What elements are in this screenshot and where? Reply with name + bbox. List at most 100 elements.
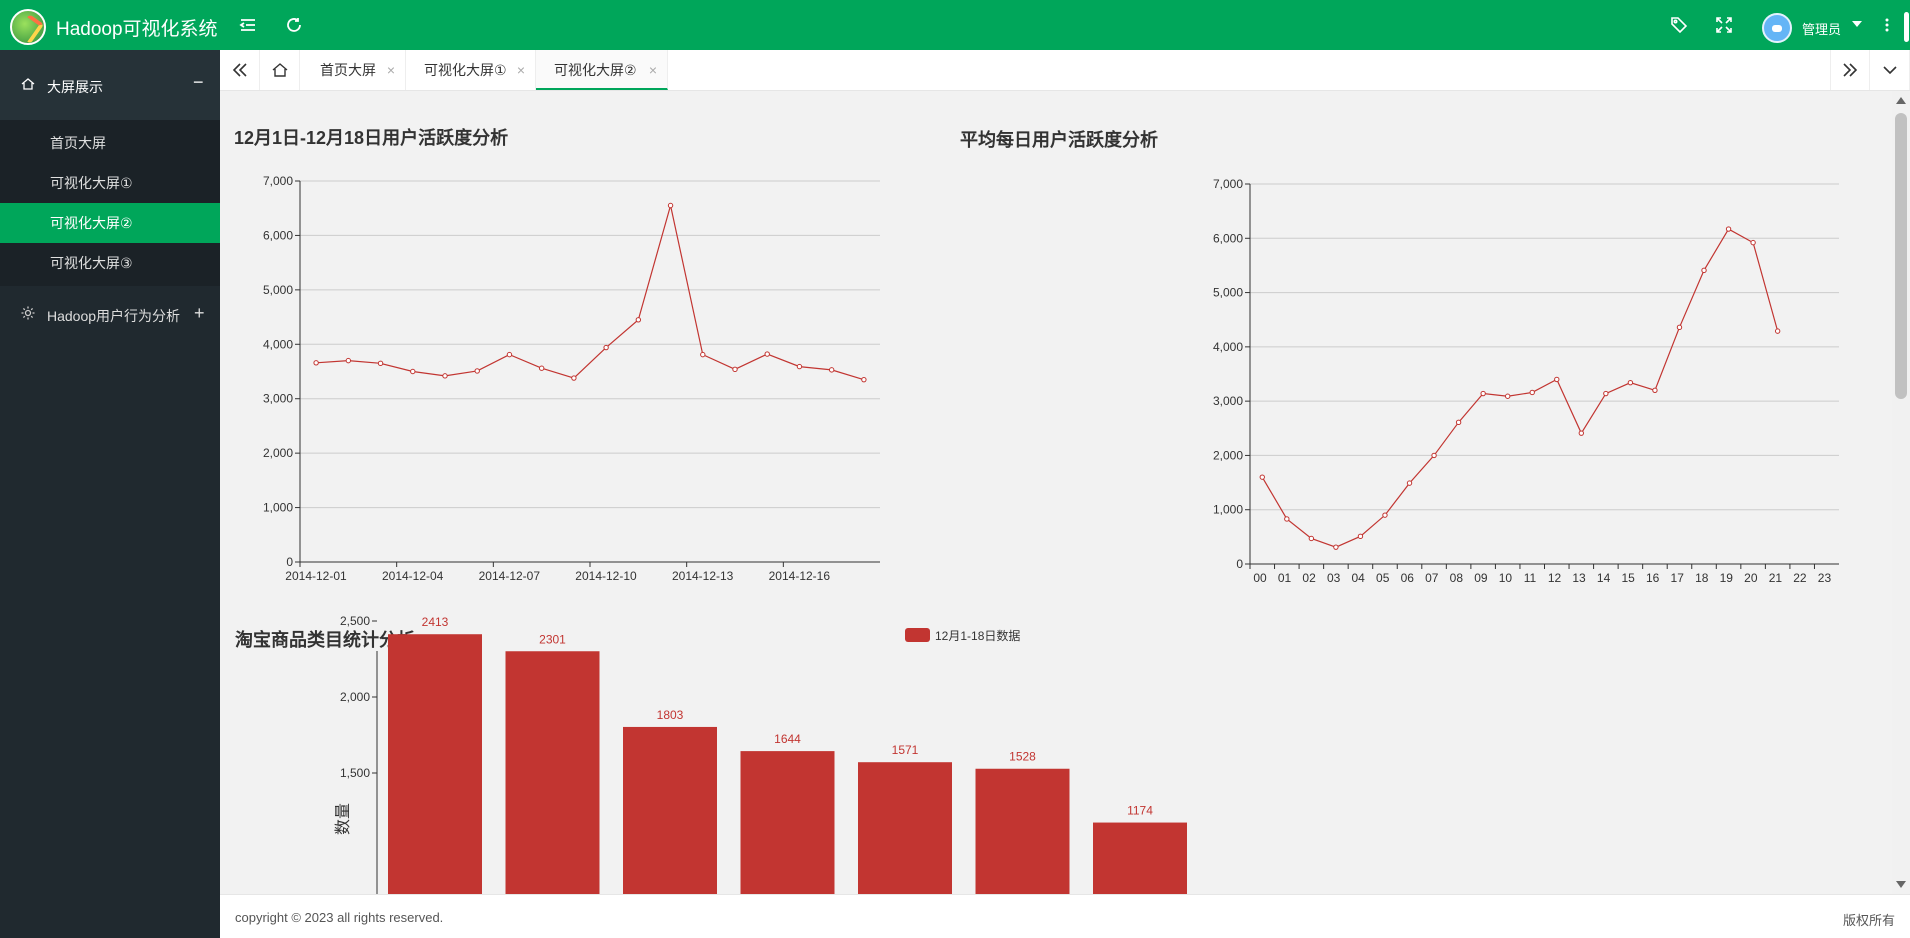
data-point <box>1578 430 1585 436</box>
scroll-down-icon[interactable] <box>1896 881 1906 888</box>
y-tick-label: 7,000 <box>263 174 293 188</box>
data-point <box>861 376 867 383</box>
home-tab-icon[interactable] <box>260 50 300 90</box>
x-tick-label: 14 <box>1597 571 1611 585</box>
tab-label: 首页大屏 <box>320 62 376 78</box>
tabs-menu-chevron-down-icon[interactable] <box>1870 50 1910 90</box>
y-tick-label: 2,500 <box>340 614 370 628</box>
footer: copyright © 2023 all rights reserved. 版权… <box>220 894 1910 938</box>
copyright-text: copyright © 2023 all rights reserved. <box>235 910 444 925</box>
tag-icon[interactable] <box>1668 14 1690 36</box>
gear-icon <box>21 306 35 320</box>
data-point <box>538 365 545 371</box>
scroll-thumb[interactable] <box>1895 113 1907 399</box>
data-point <box>796 363 803 370</box>
bar <box>740 751 835 894</box>
data-point <box>635 317 642 323</box>
tabs-scroll-left-icon[interactable] <box>220 50 260 90</box>
sidebar-group-label: 大屏展示 <box>47 79 103 95</box>
sidebar-item-screen-2[interactable]: 可视化大屏② <box>0 203 220 243</box>
user-name[interactable]: 管理员 <box>1802 19 1841 38</box>
chevron-down-icon[interactable] <box>1852 21 1862 27</box>
bar <box>623 726 717 894</box>
data-point <box>313 360 319 366</box>
tabs-scroll-right-icon[interactable] <box>1830 50 1870 90</box>
fullscreen-icon[interactable] <box>1713 14 1735 36</box>
x-tick-label: 02 <box>1302 571 1316 585</box>
legend-swatch[interactable] <box>905 628 930 642</box>
close-icon[interactable]: × <box>517 50 525 90</box>
x-tick-label: 2014-12-13 <box>672 569 734 583</box>
x-tick-label: 11 <box>1524 571 1537 585</box>
data-point <box>1308 535 1315 542</box>
refresh-icon[interactable] <box>283 14 305 36</box>
data-point <box>603 344 609 351</box>
sidebar-item-screen-3[interactable]: 可视化大屏③ <box>0 243 220 283</box>
data-point <box>1284 516 1290 522</box>
expand-icon[interactable]: + <box>194 303 205 324</box>
tab-screen-1[interactable]: 可视化大屏① × <box>406 50 536 90</box>
data-point <box>1676 324 1683 331</box>
sidebar-submenu: 首页大屏 可视化大屏① 可视化大屏② 可视化大屏③ <box>0 120 220 286</box>
x-tick-label: 05 <box>1376 571 1390 585</box>
sidebar: 大屏展示 − 首页大屏 可视化大屏① 可视化大屏② 可视化大屏③ Hadoop用… <box>0 50 220 938</box>
collapse-icon[interactable]: − <box>193 72 204 93</box>
x-tick-label: 2014-12-07 <box>479 569 541 583</box>
data-point <box>1480 390 1486 397</box>
bar <box>505 651 600 894</box>
x-tick-label: 17 <box>1671 571 1685 585</box>
sidebar-item-home-screen[interactable]: 首页大屏 <box>0 123 220 163</box>
data-point <box>1774 328 1781 334</box>
sidebar-group-label: Hadoop用户行为分析 <box>47 308 181 324</box>
x-tick-label: 2014-12-01 <box>285 569 347 583</box>
close-icon[interactable]: × <box>387 50 395 90</box>
tab-screen-2[interactable]: 可视化大屏② × <box>536 50 668 90</box>
app-logo <box>10 9 46 45</box>
tab-home-screen[interactable]: 首页大屏 × <box>302 50 406 90</box>
more-icon[interactable] <box>1876 14 1898 36</box>
data-point <box>506 351 513 358</box>
bar-value-label: 2301 <box>539 632 566 646</box>
rights-text: 版权所有 <box>1842 913 1895 928</box>
data-point <box>764 351 770 357</box>
avatar[interactable] <box>1762 13 1792 43</box>
data-point <box>377 360 384 367</box>
data-point <box>410 368 416 375</box>
data-point <box>1750 239 1756 246</box>
data-point <box>474 368 480 374</box>
x-tick-label: 16 <box>1646 571 1660 585</box>
bar-value-label: 1528 <box>1009 750 1036 764</box>
menu-fold-icon[interactable] <box>237 14 259 36</box>
data-point <box>1725 226 1732 232</box>
hourly-activity-chart: 0 1,000 2,000 3,000 4,000 5,000 6,000 7,000 00 01… <box>1213 177 1839 585</box>
data-point <box>1554 376 1560 383</box>
x-tick-label: 06 <box>1401 571 1415 585</box>
sidebar-item-screen-1[interactable]: 可视化大屏① <box>0 163 220 203</box>
x-tick-label: 18 <box>1695 571 1709 585</box>
data-point <box>700 351 706 358</box>
content-scrollbar[interactable] <box>1892 91 1910 894</box>
bar-value-label: 1174 <box>1127 804 1153 818</box>
sidebar-group-behavior[interactable]: Hadoop用户行为分析 + <box>0 286 220 342</box>
x-tick-label: 21 <box>1769 571 1783 585</box>
y-tick-label: 4,000 <box>263 337 293 351</box>
category-bar-chart: 1,500 2,000 2,500 数量 2413 2301 1803 1644 1571 152… <box>334 614 1187 894</box>
data-point <box>1406 480 1413 486</box>
x-tick-label: 20 <box>1744 571 1758 585</box>
x-tick-label: 2014-12-04 <box>382 569 444 583</box>
x-tick-label: 09 <box>1474 571 1488 585</box>
scroll-up-icon[interactable] <box>1896 97 1906 104</box>
x-tick-label: 00 <box>1253 571 1267 585</box>
bar-value-label: 1644 <box>774 732 801 746</box>
data-point <box>1603 390 1609 397</box>
y-tick-label: 0 <box>1236 557 1243 571</box>
x-tick-label: 12 <box>1548 571 1562 585</box>
legend-label[interactable]: 12月1-18日数据 <box>935 627 1020 644</box>
bar-value-label: 1803 <box>657 708 684 722</box>
tab-label: 可视化大屏① <box>424 62 507 78</box>
data-point <box>1431 452 1437 459</box>
sidebar-group-dashboard[interactable]: 大屏展示 − <box>0 50 220 120</box>
data-point <box>1701 267 1707 274</box>
close-icon[interactable]: × <box>649 50 657 90</box>
x-tick-label: 19 <box>1720 571 1734 585</box>
